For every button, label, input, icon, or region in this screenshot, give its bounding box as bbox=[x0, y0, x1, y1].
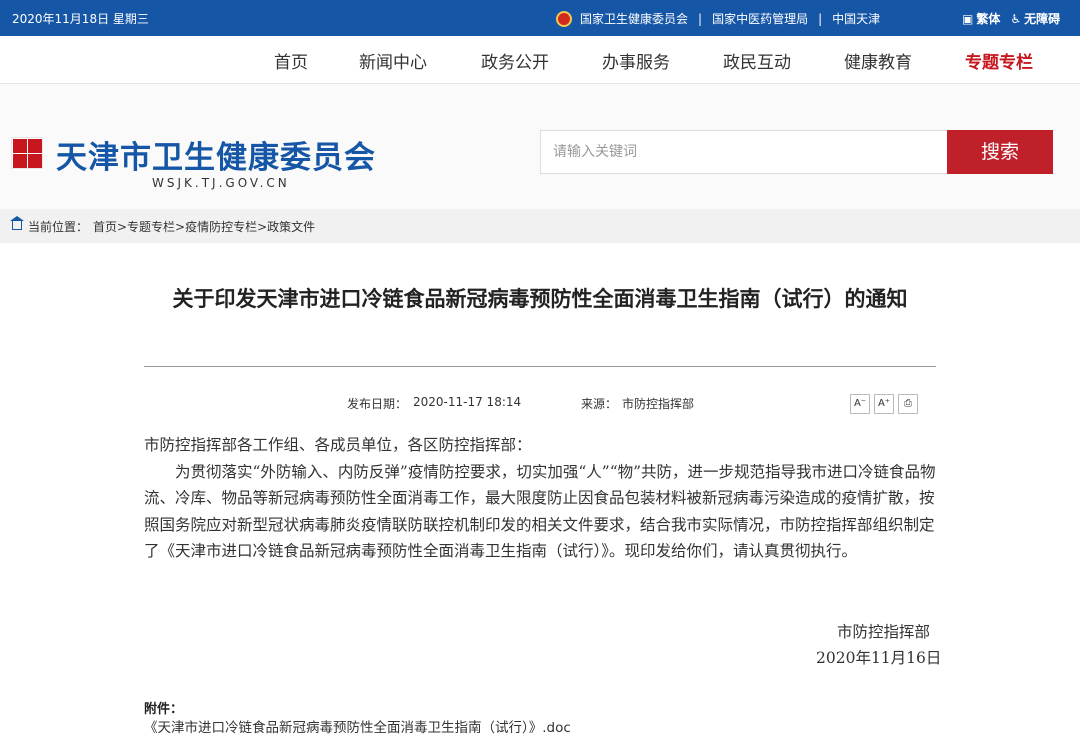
article-title: 关于印发天津市进口冷链食品新冠病毒预防性全面消毒卫生指南（试行）的通知 bbox=[172, 287, 908, 311]
print-button[interactable]: ⎙ bbox=[898, 394, 918, 414]
accessibility-label: 无障碍 bbox=[1024, 12, 1061, 26]
article-paragraph: 为贯彻落实“外防输入、内防反弹”疫情防控要求，切实加强“人”“物”共防，进一步规… bbox=[144, 462, 936, 561]
breadcrumb: 当前位置： 首页>专题专栏>疫情防控专栏>政策文件 bbox=[0, 209, 1080, 243]
search-input[interactable]: 请输入关键词 bbox=[540, 130, 948, 174]
source-value: 市防控指挥部 bbox=[622, 397, 695, 411]
nav-home[interactable]: 首页 bbox=[274, 48, 308, 73]
main-nav: 首页 新闻中心 政务公开 办事服务 政民互动 健康教育 专题专栏 bbox=[0, 36, 1080, 84]
signature: 市防控指挥部 bbox=[837, 623, 931, 641]
link-tcm[interactable]: 国家中医药管理局 bbox=[712, 10, 808, 27]
traditional-label: 繁体 bbox=[976, 12, 1001, 26]
national-emblem-icon bbox=[556, 10, 572, 27]
sign-date: 2020年11月16日 bbox=[816, 649, 942, 667]
translate-icon: ▣ bbox=[962, 12, 974, 26]
tianjin-logo-icon[interactable] bbox=[11, 137, 43, 169]
link-nhc[interactable]: 国家卫生健康委员会 bbox=[580, 10, 688, 27]
breadcrumb-label: 当前位置： bbox=[28, 220, 89, 234]
divider: | bbox=[698, 11, 703, 26]
nav-special-topics[interactable]: 专题专栏 bbox=[965, 48, 1033, 73]
divider: | bbox=[818, 11, 823, 26]
breadcrumb-path[interactable]: 首页>专题专栏>疫情防控专栏>政策文件 bbox=[93, 218, 315, 235]
nav-services[interactable]: 办事服务 bbox=[602, 48, 670, 73]
nav-gov-affairs[interactable]: 政务公开 bbox=[481, 48, 549, 73]
wheelchair-icon: ♿ bbox=[1010, 12, 1022, 26]
attachment-label: 附件： bbox=[144, 702, 184, 717]
site-title[interactable]: 天津市卫生健康委员会 bbox=[56, 132, 376, 177]
accessibility-button[interactable]: ♿ 无障碍 bbox=[1010, 10, 1060, 27]
title-divider bbox=[144, 366, 936, 367]
publish-date-label: 发布日期： bbox=[347, 397, 408, 411]
nav-health-education[interactable]: 健康教育 bbox=[844, 48, 912, 73]
font-increase-button[interactable]: A⁺ bbox=[874, 394, 894, 414]
top-bar: 2020年11月18日 星期三 国家卫生健康委员会 | 国家中医药管理局 | 中… bbox=[0, 0, 1080, 36]
search-button[interactable]: 搜索 bbox=[947, 130, 1053, 174]
source-label: 来源： bbox=[581, 397, 618, 411]
link-china-tianjin[interactable]: 中国天津 bbox=[832, 10, 880, 27]
top-links: 国家卫生健康委员会 | 国家中医药管理局 | 中国天津 bbox=[556, 10, 880, 27]
nav-news[interactable]: 新闻中心 bbox=[359, 48, 427, 73]
top-tools: ▣ 繁体 ♿ 无障碍 bbox=[962, 10, 1060, 27]
attachment-link[interactable]: 《天津市进口冷链食品新冠病毒预防性全面消毒卫生指南（试行）》.doc bbox=[144, 716, 571, 736]
article-body: 市防控指挥部各工作组、各成员单位，各区防控指挥部： 为贯彻落实“外防输入、内防反… bbox=[144, 432, 938, 565]
site-domain: WSJK.TJ.GOV.CN bbox=[152, 176, 290, 190]
home-icon bbox=[10, 216, 24, 230]
traditional-chinese-button[interactable]: ▣ 繁体 bbox=[962, 10, 1000, 27]
printer-icon: ⎙ bbox=[904, 398, 912, 409]
salutation: 市防控指挥部各工作组、各成员单位，各区防控指挥部： bbox=[144, 436, 532, 454]
nav-interaction[interactable]: 政民互动 bbox=[723, 48, 791, 73]
font-decrease-button[interactable]: A⁻ bbox=[850, 394, 870, 414]
current-date: 2020年11月18日 星期三 bbox=[12, 12, 149, 26]
publish-date: 2020-11-17 18:14 bbox=[413, 395, 522, 409]
